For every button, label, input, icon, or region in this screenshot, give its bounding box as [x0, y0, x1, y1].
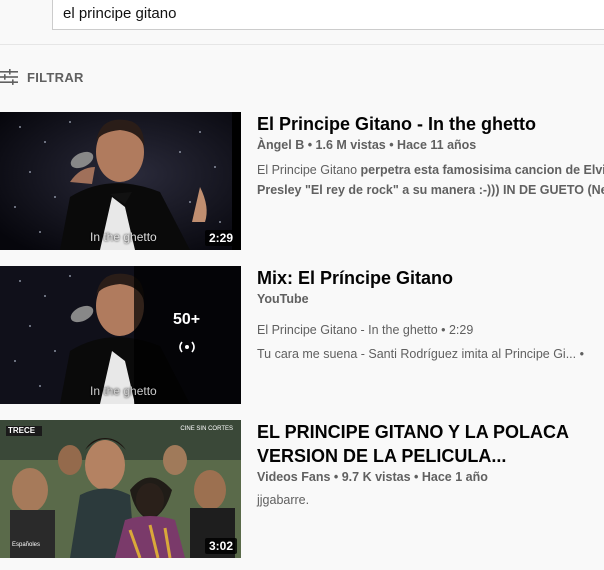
video-thumbnail[interactable]: In the ghetto 2:29	[0, 112, 241, 250]
overlay-text: CINE SIN CORTES	[180, 426, 233, 432]
video-title-continued[interactable]: VERSION DE LA PELICULA...	[257, 444, 604, 468]
search-input[interactable]: el principe gitano	[52, 0, 604, 30]
channel-logo: TRECE	[8, 426, 36, 435]
description-text: perpetra esta famosisima cancion de Elvi	[360, 163, 604, 177]
radio-broadcast-icon	[179, 341, 195, 353]
mix-item[interactable]: Tu cara me suena - Santi Rodríguez imita…	[257, 344, 604, 364]
video-meta: Àngel B • 1.6 M vistas • Hace 11 años	[257, 138, 477, 152]
subtitle-caption: In the ghetto	[90, 230, 157, 244]
description-text: Presley "El rey de rock" a su manera :-)…	[257, 183, 604, 197]
video-title[interactable]: El Principe Gitano - In the ghetto	[257, 112, 604, 136]
mix-channel: YouTube	[257, 292, 309, 306]
mix-result[interactable]: In the ghetto 50+ Mix: El Príncipe Gitan…	[0, 266, 604, 404]
mix-thumbnail[interactable]: In the ghetto 50+	[0, 266, 241, 404]
duration-badge: 2:29	[204, 230, 237, 246]
subtitle-caption: In the ghetto	[90, 384, 157, 398]
divider	[0, 44, 604, 45]
video-result[interactable]: TRECE CINE SIN CORTES Españoles 3:02 EL …	[0, 420, 604, 558]
filter-sliders-icon	[0, 69, 18, 85]
overlay-text: Españoles	[12, 542, 41, 548]
filter-label: FILTRAR	[27, 69, 84, 85]
mix-item[interactable]: El Principe Gitano - In the ghetto • 2:2…	[257, 320, 604, 340]
video-meta: Videos Fans • 9.7 K vistas • Hace 1 año	[257, 470, 488, 484]
video-title[interactable]: EL PRINCIPE GITANO Y LA POLACA	[257, 420, 604, 444]
mix-title[interactable]: Mix: El Príncipe Gitano	[257, 266, 604, 290]
top-bar: el principe gitano	[0, 0, 604, 44]
video-description: El Principe Gitano perpetra esta famosis…	[257, 160, 604, 180]
description-highlight: El Principe Gitano	[257, 163, 361, 177]
video-result[interactable]: In the ghetto 2:29 El Principe Gitano - …	[0, 112, 604, 250]
filter-button[interactable]: FILTRAR	[0, 66, 84, 88]
mix-count: 50+	[173, 311, 201, 328]
video-thumbnail[interactable]: TRECE CINE SIN CORTES Españoles 3:02	[0, 420, 241, 558]
video-description: jjgabarre.	[257, 493, 310, 507]
duration-badge: 3:02	[204, 538, 237, 554]
